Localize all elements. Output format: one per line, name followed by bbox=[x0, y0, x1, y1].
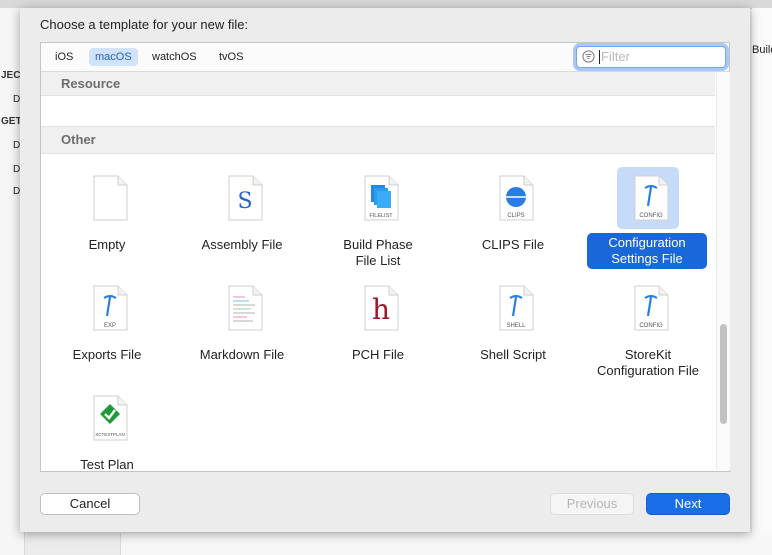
template-label: Shell Script bbox=[451, 347, 575, 363]
template-empty[interactable]: Empty bbox=[45, 167, 169, 275]
badge-text: EXP bbox=[104, 323, 116, 329]
template-label: Build Phase File List bbox=[316, 237, 440, 269]
template-label-line: Shell Script bbox=[480, 347, 546, 362]
template-markdown-file[interactable]: Markdown File bbox=[180, 277, 304, 385]
section-header-resource: Resource bbox=[41, 72, 715, 96]
filelist-icon: FILELIST bbox=[364, 175, 399, 221]
template-label-line: Exports File bbox=[72, 347, 142, 362]
template-label-line: Settings File bbox=[611, 251, 683, 266]
resource-row-fragment bbox=[41, 96, 715, 126]
template-label: Configuration Settings File bbox=[587, 233, 707, 269]
tab-watchos[interactable]: watchOS bbox=[146, 48, 203, 66]
exports-file-icon: EXP bbox=[93, 285, 128, 331]
storekit-config-icon: CONFIG bbox=[634, 285, 669, 331]
template-clips-file[interactable]: CLIPS CLIPS File bbox=[451, 167, 575, 275]
template-label: CLIPS File bbox=[451, 237, 575, 253]
template-label-line: PCH File bbox=[351, 347, 404, 362]
template-label: StoreKit Configuration File bbox=[586, 347, 710, 379]
section-header-other: Other bbox=[41, 126, 715, 154]
badge-text: SHELL bbox=[506, 323, 526, 329]
badge-text: CONFIG bbox=[639, 323, 663, 329]
template-label-line: Test Plan bbox=[80, 457, 134, 470]
dialog-title: Choose a template for your new file: bbox=[40, 17, 249, 32]
template-label: Empty bbox=[45, 237, 169, 253]
scrollbar-thumb[interactable] bbox=[720, 324, 727, 424]
section-title: Other bbox=[61, 132, 96, 147]
badge-text: CONFIG bbox=[639, 213, 663, 219]
filter-icon bbox=[582, 50, 595, 63]
assembly-glyph: S bbox=[237, 189, 252, 214]
background-editor-area bbox=[120, 533, 772, 555]
assembly-file-icon: S bbox=[228, 175, 263, 221]
filter-placeholder: Filter bbox=[601, 49, 630, 64]
template-panel: iOS macOS watchOS tvOS Filter Resource O… bbox=[40, 42, 730, 472]
template-pch-file[interactable]: h PCH File bbox=[316, 277, 440, 385]
test-plan-icon: XCTESTPLAN bbox=[93, 395, 128, 441]
next-button[interactable]: Next bbox=[646, 493, 730, 515]
template-list: Resource Other Empty S Assembly File FIL… bbox=[41, 72, 715, 470]
template-label-line: Configuration bbox=[608, 235, 686, 250]
vertical-scrollbar[interactable] bbox=[716, 72, 730, 470]
previous-button[interactable]: Previous bbox=[550, 493, 634, 515]
template-label-line: Configuration File bbox=[597, 363, 699, 378]
template-label-line: File List bbox=[355, 253, 401, 268]
cancel-button[interactable]: Cancel bbox=[40, 493, 140, 515]
background-inspector: Build bbox=[752, 8, 772, 555]
background-sidebar-heading: JEC bbox=[1, 70, 21, 81]
template-label: Exports File bbox=[45, 347, 169, 363]
badge-text: XCTESTPLAN bbox=[95, 432, 125, 437]
template-test-plan[interactable]: XCTESTPLAN Test Plan bbox=[45, 387, 169, 470]
template-label: PCH File bbox=[316, 347, 440, 363]
template-label-line: StoreKit bbox=[624, 347, 672, 362]
badge-text: FILELIST bbox=[369, 213, 393, 219]
shell-script-icon: SHELL bbox=[499, 285, 534, 331]
template-label: Assembly File bbox=[180, 237, 304, 253]
pch-file-icon: h bbox=[364, 285, 399, 331]
markdown-file-icon bbox=[228, 285, 263, 331]
section-title: Resource bbox=[61, 76, 121, 91]
background-sidebar-heading: GET bbox=[1, 116, 22, 127]
background-inspector-label: Build bbox=[752, 44, 772, 56]
template-build-phase-file-list[interactable]: FILELIST Build Phase File List bbox=[316, 167, 440, 275]
template-label-line: Build Phase bbox=[343, 237, 413, 252]
tab-macos[interactable]: macOS bbox=[89, 48, 138, 66]
template-label-line: CLIPS File bbox=[481, 237, 545, 252]
template-storekit-configuration-file[interactable]: CONFIG StoreKit Configuration File bbox=[586, 277, 710, 385]
clips-icon: CLIPS bbox=[499, 175, 534, 221]
platform-tab-bar: iOS macOS watchOS tvOS Filter bbox=[41, 43, 729, 72]
tab-tvos[interactable]: tvOS bbox=[213, 48, 249, 66]
template-label-line: Empty bbox=[88, 237, 126, 252]
template-assembly-file[interactable]: S Assembly File bbox=[180, 167, 304, 275]
template-label-line: Markdown File bbox=[199, 347, 285, 362]
text-caret bbox=[599, 50, 600, 64]
badge-text: CLIPS bbox=[507, 213, 524, 219]
empty-file-icon bbox=[93, 175, 128, 221]
pch-glyph: h bbox=[372, 293, 390, 326]
template-label-line: Assembly File bbox=[201, 237, 283, 252]
template-exports-file[interactable]: EXP Exports File bbox=[45, 277, 169, 385]
filter-field[interactable]: Filter bbox=[576, 46, 726, 68]
template-shell-script[interactable]: SHELL Shell Script bbox=[451, 277, 575, 385]
template-configuration-settings-file[interactable]: CONFIG Configuration Settings File bbox=[586, 167, 710, 275]
template-label: Markdown File bbox=[180, 347, 304, 363]
config-file-icon: CONFIG bbox=[634, 175, 669, 221]
tab-ios[interactable]: iOS bbox=[49, 48, 79, 66]
template-chooser-sheet: Choose a template for your new file: iOS… bbox=[20, 8, 750, 532]
template-label: Test Plan bbox=[45, 457, 169, 470]
